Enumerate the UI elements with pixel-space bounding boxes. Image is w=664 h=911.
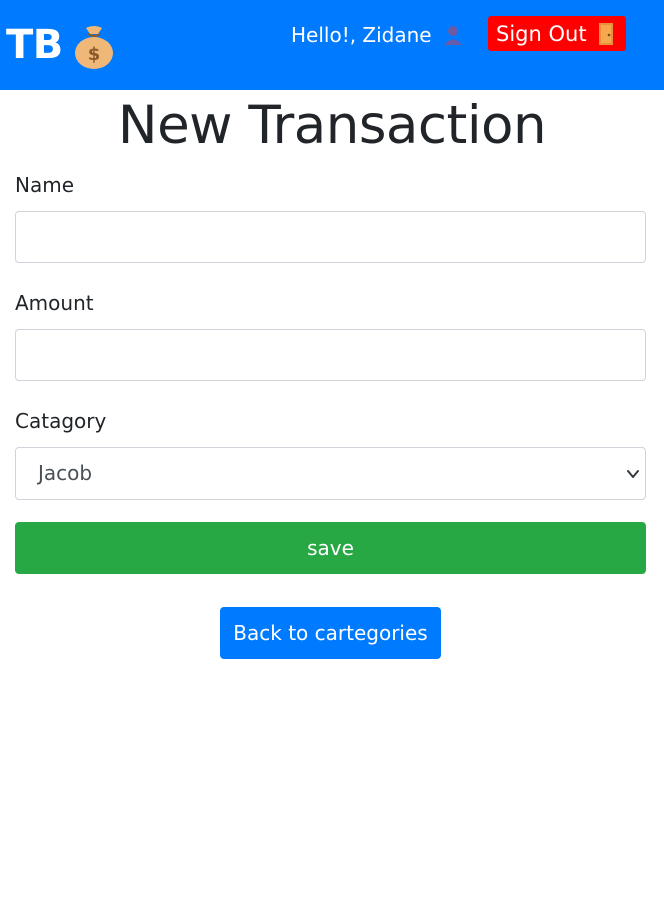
back-button-label: Back to cartegories bbox=[233, 621, 428, 645]
svg-text:$: $ bbox=[88, 44, 101, 65]
user-greeting: Hello!, Zidane bbox=[291, 19, 464, 51]
page-title: New Transaction bbox=[117, 95, 547, 156]
brand-logo[interactable]: TB $ bbox=[6, 20, 115, 70]
back-to-categories-button[interactable]: Back to cartegories bbox=[220, 607, 441, 659]
save-button-label: save bbox=[307, 536, 354, 560]
sign-out-label: Sign Out bbox=[496, 21, 587, 46]
category-select[interactable]: Jacob bbox=[15, 447, 646, 500]
name-input[interactable] bbox=[15, 211, 646, 263]
amount-input[interactable] bbox=[15, 329, 646, 381]
chevron-down-icon bbox=[627, 470, 639, 478]
name-label: Name bbox=[15, 173, 75, 197]
save-button[interactable]: save bbox=[15, 522, 646, 574]
greeting-text: Hello!, Zidane bbox=[291, 23, 432, 47]
door-icon bbox=[598, 22, 613, 45]
user-icon bbox=[443, 26, 462, 45]
navbar: TB $ Hello!, Zidane Sign Out bbox=[0, 0, 664, 90]
brand-text: TB bbox=[6, 22, 63, 68]
amount-label: Amount bbox=[15, 291, 94, 315]
category-selected-value: Jacob bbox=[38, 461, 93, 485]
moneybag-icon: $ bbox=[74, 26, 113, 69]
category-label: Catagory bbox=[15, 409, 107, 433]
sign-out-button[interactable]: Sign Out bbox=[488, 16, 626, 51]
